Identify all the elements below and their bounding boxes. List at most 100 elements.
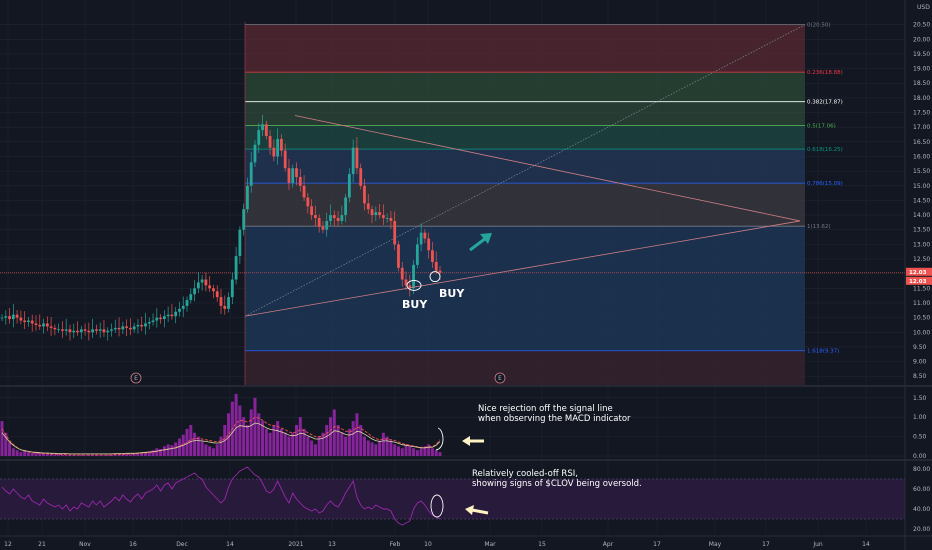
candle-body[interactable] (431, 250, 434, 262)
candle-body[interactable] (4, 316, 8, 318)
candle-body[interactable] (94, 329, 98, 331)
candle-body[interactable] (389, 218, 393, 221)
candle-body[interactable] (234, 256, 238, 280)
candle-body[interactable] (381, 215, 385, 219)
candle-body[interactable] (30, 320, 34, 324)
candle-body[interactable] (196, 282, 200, 289)
candle-body[interactable] (34, 323, 38, 325)
candle-body[interactable] (291, 168, 295, 183)
candle-body[interactable] (151, 320, 155, 323)
candle-body[interactable] (374, 212, 378, 216)
candle-body[interactable] (329, 215, 332, 221)
candle-body[interactable] (287, 168, 291, 183)
candle-body[interactable] (8, 316, 11, 320)
candle-body[interactable] (128, 327, 132, 330)
candle-body[interactable] (415, 244, 419, 265)
candle-body[interactable] (162, 316, 166, 320)
candle-body[interactable] (264, 124, 268, 136)
candle-body[interactable] (132, 326, 136, 330)
candle-body[interactable] (317, 218, 321, 227)
candle-body[interactable] (174, 311, 178, 317)
candle-body[interactable] (295, 168, 298, 177)
candle-body[interactable] (253, 144, 257, 163)
candle-body[interactable] (423, 232, 427, 239)
candle-body[interactable] (400, 267, 404, 280)
candle-body[interactable] (91, 329, 95, 333)
candle-body[interactable] (57, 329, 61, 331)
candle-body[interactable] (11, 314, 15, 320)
candle-body[interactable] (159, 317, 162, 320)
candle-body[interactable] (144, 323, 147, 327)
candle-body[interactable] (83, 329, 87, 331)
candle-body[interactable] (393, 220, 397, 245)
candle-body[interactable] (19, 317, 23, 321)
candle-body[interactable] (166, 314, 170, 317)
candle-body[interactable] (359, 168, 363, 186)
candle-body[interactable] (68, 329, 72, 333)
candle-body[interactable] (344, 197, 348, 216)
candle-body[interactable] (419, 232, 423, 245)
candle-body[interactable] (385, 218, 389, 219)
candle-body[interactable] (366, 203, 370, 210)
candle-body[interactable] (268, 135, 272, 148)
candle-body[interactable] (223, 305, 227, 309)
candle-body[interactable] (321, 226, 325, 230)
candle-body[interactable] (102, 329, 106, 333)
candle-body[interactable] (76, 330, 79, 333)
candle-body[interactable] (336, 218, 340, 221)
candle-body[interactable] (238, 229, 242, 257)
candle-body[interactable] (332, 215, 336, 219)
candle-body[interactable] (347, 174, 351, 198)
candle-body[interactable] (155, 317, 159, 321)
candle-body[interactable] (27, 320, 30, 323)
candle-body[interactable] (306, 197, 310, 207)
candle-body[interactable] (181, 305, 185, 309)
candle-body[interactable] (117, 327, 121, 330)
candle-body[interactable] (79, 329, 83, 333)
candle-body[interactable] (147, 322, 151, 324)
candle-body[interactable] (230, 279, 234, 298)
candle-body[interactable] (72, 330, 76, 333)
candle-body[interactable] (397, 244, 400, 268)
candle-body[interactable] (325, 220, 329, 230)
candle-body[interactable] (272, 147, 276, 157)
candle-body[interactable] (261, 124, 264, 131)
candle-body[interactable] (121, 326, 125, 330)
candle-body[interactable] (302, 185, 306, 198)
fibonacci-retracement[interactable]: 0(20.50) 0.236(18.88) 0.382(17.87) 0.5(17.0… (244, 22, 843, 385)
candle-body[interactable] (340, 215, 344, 221)
candle-body[interactable] (61, 329, 64, 331)
candle-body[interactable] (193, 288, 196, 295)
candle-body[interactable] (42, 323, 45, 327)
candle-body[interactable] (110, 329, 113, 331)
candle-body[interactable] (427, 238, 431, 251)
candle-body[interactable] (378, 212, 381, 216)
candle-body[interactable] (355, 147, 359, 169)
candle-body[interactable] (257, 130, 261, 145)
candle-body[interactable] (280, 138, 283, 151)
candle-body[interactable] (170, 314, 174, 317)
candle-body[interactable] (219, 297, 223, 306)
candle-body[interactable] (0, 317, 4, 319)
candle-body[interactable] (246, 185, 249, 210)
candle-body[interactable] (53, 327, 57, 330)
candle-body[interactable] (370, 209, 374, 216)
candle-body[interactable] (106, 330, 110, 333)
candle-body[interactable] (136, 324, 140, 327)
candle-body[interactable] (208, 285, 212, 289)
candle-body[interactable] (249, 162, 253, 186)
candle-body[interactable] (283, 150, 287, 169)
candle-body[interactable] (125, 326, 129, 328)
candle-body[interactable] (49, 326, 53, 328)
candle-body[interactable] (276, 138, 280, 157)
candle-body[interactable] (313, 215, 317, 219)
candle-body[interactable] (113, 327, 117, 330)
candle-body[interactable] (434, 261, 438, 271)
candle-body[interactable] (438, 270, 442, 273)
candle-body[interactable] (412, 264, 415, 289)
candle-body[interactable] (298, 176, 302, 186)
candle-body[interactable] (310, 206, 314, 216)
candle-body[interactable] (38, 324, 42, 327)
candle-body[interactable] (98, 329, 102, 331)
candle-body[interactable] (178, 308, 181, 312)
